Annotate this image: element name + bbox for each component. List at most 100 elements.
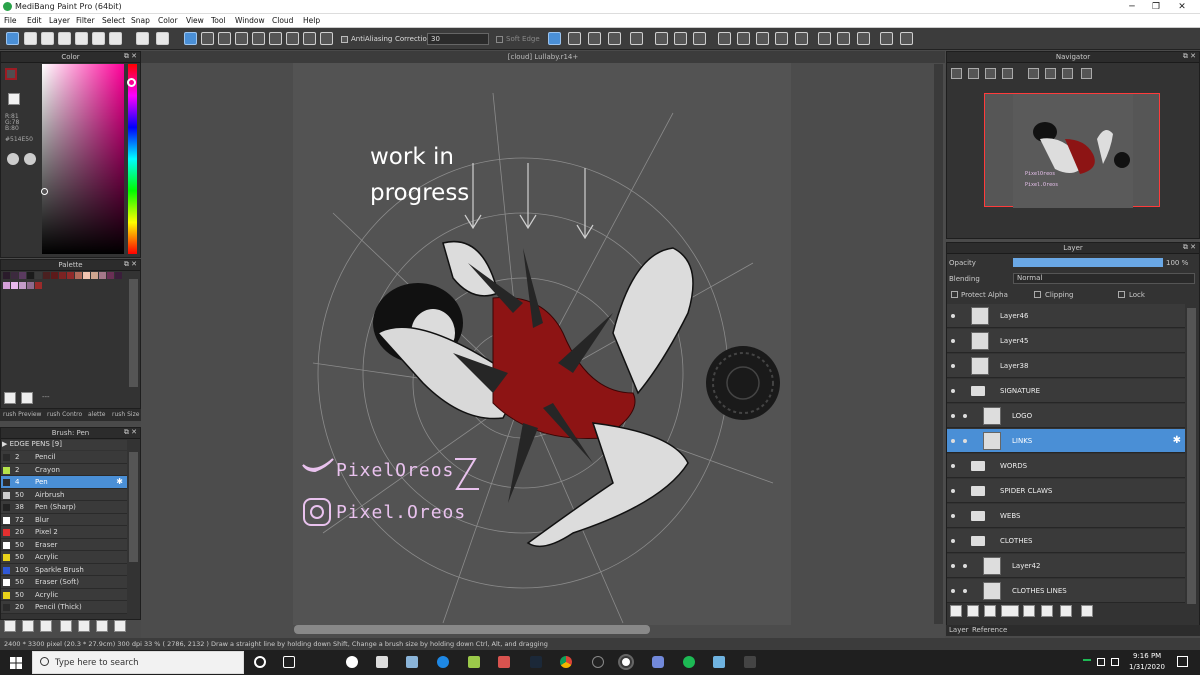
panel-close-icon[interactable]: ⧉ ✕	[124, 260, 137, 269]
color-wheel-icon[interactable]	[7, 153, 19, 165]
menu-color[interactable]: Color	[158, 16, 178, 25]
app-icon-3[interactable]	[498, 656, 510, 668]
brush-item[interactable]: 72 Blur	[1, 513, 127, 526]
menu-view[interactable]: View	[186, 16, 204, 25]
app-icon-2[interactable]	[468, 656, 480, 668]
app-icon-4[interactable]	[530, 656, 542, 668]
circle-snap-icon[interactable]	[269, 32, 282, 45]
menu-cloud[interactable]: Cloud	[272, 16, 293, 25]
steam-icon[interactable]	[592, 656, 604, 668]
clipping-checkbox[interactable]	[1034, 291, 1041, 298]
tab-brush-size[interactable]: rush Size	[112, 411, 139, 418]
undo-icon[interactable]	[136, 32, 149, 45]
move-tool-icon[interactable]	[630, 32, 643, 45]
duplicate-layer-icon[interactable]	[1041, 605, 1053, 617]
delete-brush-icon[interactable]	[114, 620, 126, 632]
document-tab[interactable]: [cloud] Lullaby.r14+	[141, 51, 945, 63]
palette-swatch[interactable]	[107, 272, 114, 279]
palette-swatch[interactable]	[115, 272, 122, 279]
vertical-scrollbar[interactable]	[934, 64, 943, 624]
palette-swatch[interactable]	[35, 272, 42, 279]
layer-row[interactable]: LOGO	[947, 404, 1185, 428]
menu-filter[interactable]: Filter	[76, 16, 95, 25]
layer-row[interactable]: Layer38	[947, 354, 1185, 378]
layer-row[interactable]: Layer46	[947, 304, 1185, 328]
layer-row[interactable]: WEBS	[947, 504, 1185, 528]
layer-type-dropdown-icon[interactable]	[1001, 605, 1019, 617]
close-button[interactable]: ✕	[1170, 0, 1194, 14]
soft-edge-checkbox[interactable]	[496, 36, 503, 43]
new-halftone-layer-icon[interactable]	[967, 605, 979, 617]
settings-gear-icon[interactable]	[346, 656, 358, 668]
brush-scrollbar[interactable]	[129, 452, 138, 562]
visibility-eye-icon[interactable]	[951, 439, 955, 443]
palette-swatch[interactable]	[11, 272, 18, 279]
menu-help[interactable]: Help	[303, 16, 320, 25]
select-pen-icon[interactable]	[775, 32, 788, 45]
rotate-right-icon[interactable]	[1062, 68, 1073, 79]
layer-row[interactable]: Layer45	[947, 329, 1185, 353]
list-icon[interactable]	[92, 32, 105, 45]
tab-brush-preview[interactable]: rush Preview	[3, 411, 41, 418]
select-shape-icon[interactable]	[608, 32, 621, 45]
app-icon-5[interactable]	[713, 656, 725, 668]
palette-swatch[interactable]	[99, 272, 106, 279]
chat-icon[interactable]	[58, 32, 71, 45]
visibility-eye-icon[interactable]	[951, 589, 955, 593]
visibility-eye-icon[interactable]	[951, 514, 955, 518]
opacity-slider[interactable]	[1013, 258, 1163, 267]
lock-checkbox[interactable]	[1118, 291, 1125, 298]
brush-group-header[interactable]: ▶ EDGE PENS [9]	[2, 440, 127, 450]
fit-icon[interactable]	[985, 68, 996, 79]
horizontal-scrollbar[interactable]	[294, 625, 650, 634]
visibility-eye-icon[interactable]	[951, 489, 955, 493]
palette-swatch[interactable]	[67, 272, 74, 279]
lasso-icon[interactable]	[737, 32, 750, 45]
palette-swatch[interactable]	[11, 282, 18, 289]
grid-icon[interactable]	[109, 32, 122, 45]
color-add-icon[interactable]	[24, 153, 36, 165]
merge-layer-icon[interactable]	[1060, 605, 1072, 617]
tab-layer[interactable]: Layer	[949, 626, 969, 634]
shape-tool-icon[interactable]	[588, 32, 601, 45]
cortana-icon[interactable]	[254, 656, 266, 668]
medibang-icon[interactable]	[620, 656, 632, 668]
brush-info-icon[interactable]	[96, 620, 108, 632]
app-icon-6[interactable]	[744, 656, 756, 668]
brush-item[interactable]: 20 Pixel 2	[1, 526, 127, 539]
minimize-button[interactable]: ─	[1120, 0, 1144, 14]
brush-item[interactable]: 50 Eraser (Soft)	[1, 576, 127, 589]
rotate-left-icon[interactable]	[1028, 68, 1039, 79]
visibility-eye-icon[interactable]	[951, 464, 955, 468]
discord-icon[interactable]	[652, 656, 664, 668]
menu-edit[interactable]: Edit	[27, 16, 42, 25]
windows-start-icon[interactable]	[10, 657, 22, 669]
add-color-icon[interactable]	[4, 392, 16, 404]
panel-close-icon[interactable]: ⧉ ✕	[124, 52, 137, 61]
brush-item[interactable]: 20 Pencil (Thick)	[1, 601, 127, 614]
volume-icon[interactable]	[1111, 658, 1119, 666]
palette-swatch[interactable]	[19, 272, 26, 279]
selection-snap-icon[interactable]	[184, 32, 197, 45]
app-icon-1[interactable]	[406, 656, 418, 668]
tab-reference[interactable]: Reference	[972, 626, 1007, 634]
brush-item[interactable]: 50 Airbrush	[1, 488, 127, 501]
tab-palette[interactable]: alette	[88, 411, 105, 418]
brush-item[interactable]: 50 Acrylic	[1, 588, 127, 601]
radial-snap-icon[interactable]	[235, 32, 248, 45]
palette-swatch[interactable]	[3, 282, 10, 289]
eraser-tool-icon[interactable]	[568, 32, 581, 45]
layer-scrollbar[interactable]	[1187, 308, 1196, 604]
operation-tool-icon[interactable]	[837, 32, 850, 45]
layer-row[interactable]: SIGNATURE	[947, 379, 1185, 403]
brush-settings-icon[interactable]	[4, 620, 16, 632]
visibility-eye-icon[interactable]	[951, 414, 955, 418]
visibility-eye-icon[interactable]	[963, 564, 967, 568]
copy-brush-icon[interactable]	[60, 620, 72, 632]
rotate-reset-icon[interactable]	[1045, 68, 1056, 79]
maximize-button[interactable]: ❐	[1144, 0, 1168, 14]
target-icon[interactable]	[320, 32, 333, 45]
page-icon[interactable]	[75, 32, 88, 45]
edit-brush-icon[interactable]	[78, 620, 90, 632]
brush-item[interactable]: 50 Acrylic	[1, 551, 127, 564]
